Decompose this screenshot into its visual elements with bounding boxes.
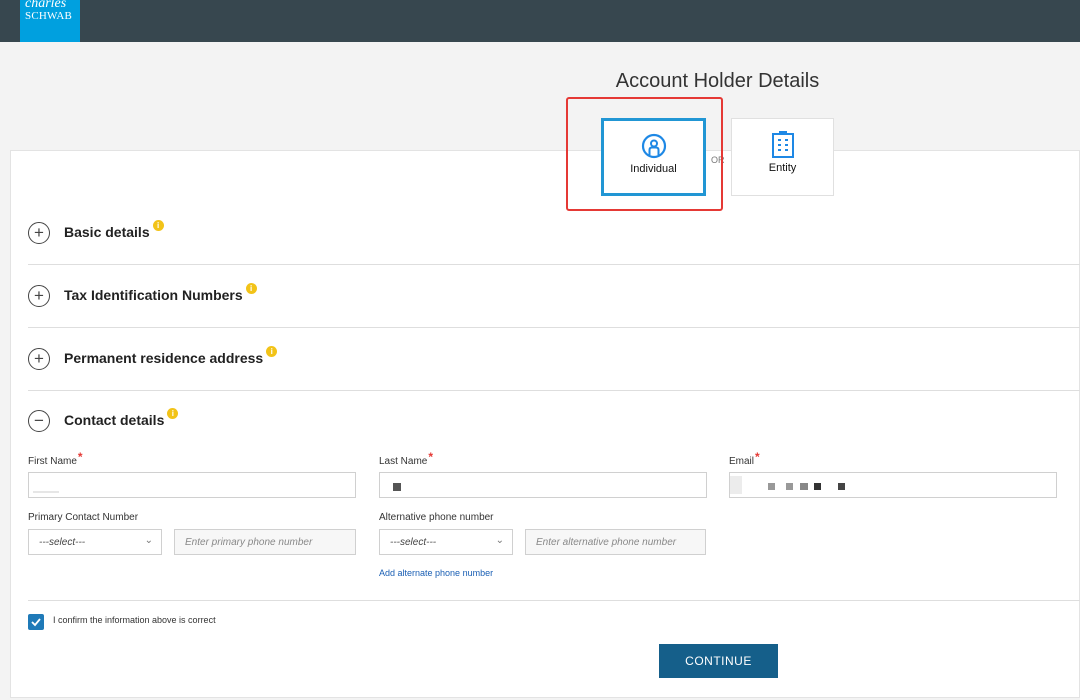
last-name-input[interactable] <box>379 472 707 498</box>
required-marker: * <box>428 450 434 464</box>
last-name-label: Last Name* <box>379 450 434 467</box>
email-input[interactable] <box>729 472 1057 498</box>
info-icon[interactable]: i <box>167 408 179 419</box>
section-basic-details[interactable]: + Basic details i <box>28 220 1068 252</box>
email-label: Email* <box>729 450 760 467</box>
plus-circle-icon[interactable]: + <box>28 222 50 244</box>
info-icon[interactable]: i <box>152 220 164 231</box>
alternative-country-code-select[interactable]: ---select--- ⌄ <box>379 529 513 555</box>
info-icon[interactable]: i <box>266 346 278 357</box>
continue-button[interactable]: CONTINUE <box>659 644 778 678</box>
primary-contact-label: Primary Contact Number <box>28 512 139 523</box>
section-title: Permanent residence address <box>64 350 264 366</box>
charles-schwab-logo[interactable]: charles SCHWAB <box>20 0 80 42</box>
redacted-value <box>768 483 775 490</box>
redacted-value <box>393 483 401 491</box>
section-contact-details[interactable]: − Contact details i <box>28 408 1068 440</box>
selection-highlight-box <box>566 97 723 211</box>
first-name-input[interactable] <box>28 472 356 498</box>
section-title: Basic details <box>64 224 150 240</box>
chevron-down-icon: ⌄ <box>144 535 153 546</box>
section-title: Contact details <box>64 412 165 428</box>
required-marker: * <box>77 450 83 464</box>
alternative-phone-label: Alternative phone number <box>379 512 494 523</box>
section-divider <box>28 390 1080 391</box>
info-icon[interactable]: i <box>245 283 257 294</box>
entity-label: Entity <box>768 162 797 174</box>
required-marker: * <box>755 450 760 464</box>
select-value: ---select--- <box>39 537 86 548</box>
redacted-value <box>814 483 821 490</box>
logo-line-2: SCHWAB <box>25 10 73 22</box>
section-permanent-address[interactable]: + Permanent residence address i <box>28 346 1068 378</box>
section-divider <box>28 327 1080 328</box>
confirm-label: I confirm the information above is corre… <box>53 615 216 625</box>
first-name-label: First Name* <box>28 450 83 467</box>
page-title: Account Holder Details <box>615 70 820 92</box>
alternative-phone-input[interactable]: Enter alternative phone number <box>525 529 706 555</box>
building-icon <box>771 131 794 158</box>
section-title: Tax Identification Numbers <box>64 287 243 303</box>
primary-country-code-select[interactable]: ---select--- ⌄ <box>28 529 162 555</box>
top-navigation-bar: charles SCHWAB <box>0 0 1080 42</box>
redacted-value <box>786 483 793 490</box>
checkmark-icon <box>31 618 41 627</box>
section-divider <box>28 600 1080 601</box>
plus-circle-icon[interactable]: + <box>28 285 50 307</box>
redacted-value <box>33 491 59 493</box>
redacted-value <box>838 483 845 490</box>
minus-circle-icon[interactable]: − <box>28 410 50 432</box>
redacted-value <box>730 476 742 494</box>
section-divider <box>28 264 1080 265</box>
primary-phone-input[interactable]: Enter primary phone number <box>174 529 356 555</box>
chevron-down-icon: ⌄ <box>495 535 504 546</box>
select-value: ---select--- <box>390 537 437 548</box>
add-alternate-phone-link[interactable]: Add alternate phone number <box>379 568 493 578</box>
section-tax-identification[interactable]: + Tax Identification Numbers i <box>28 283 1068 315</box>
entity-option[interactable]: Entity <box>731 118 834 196</box>
logo-line-1: charles <box>25 0 67 11</box>
plus-circle-icon[interactable]: + <box>28 348 50 370</box>
redacted-value <box>800 483 808 490</box>
confirm-checkbox[interactable] <box>28 614 44 630</box>
